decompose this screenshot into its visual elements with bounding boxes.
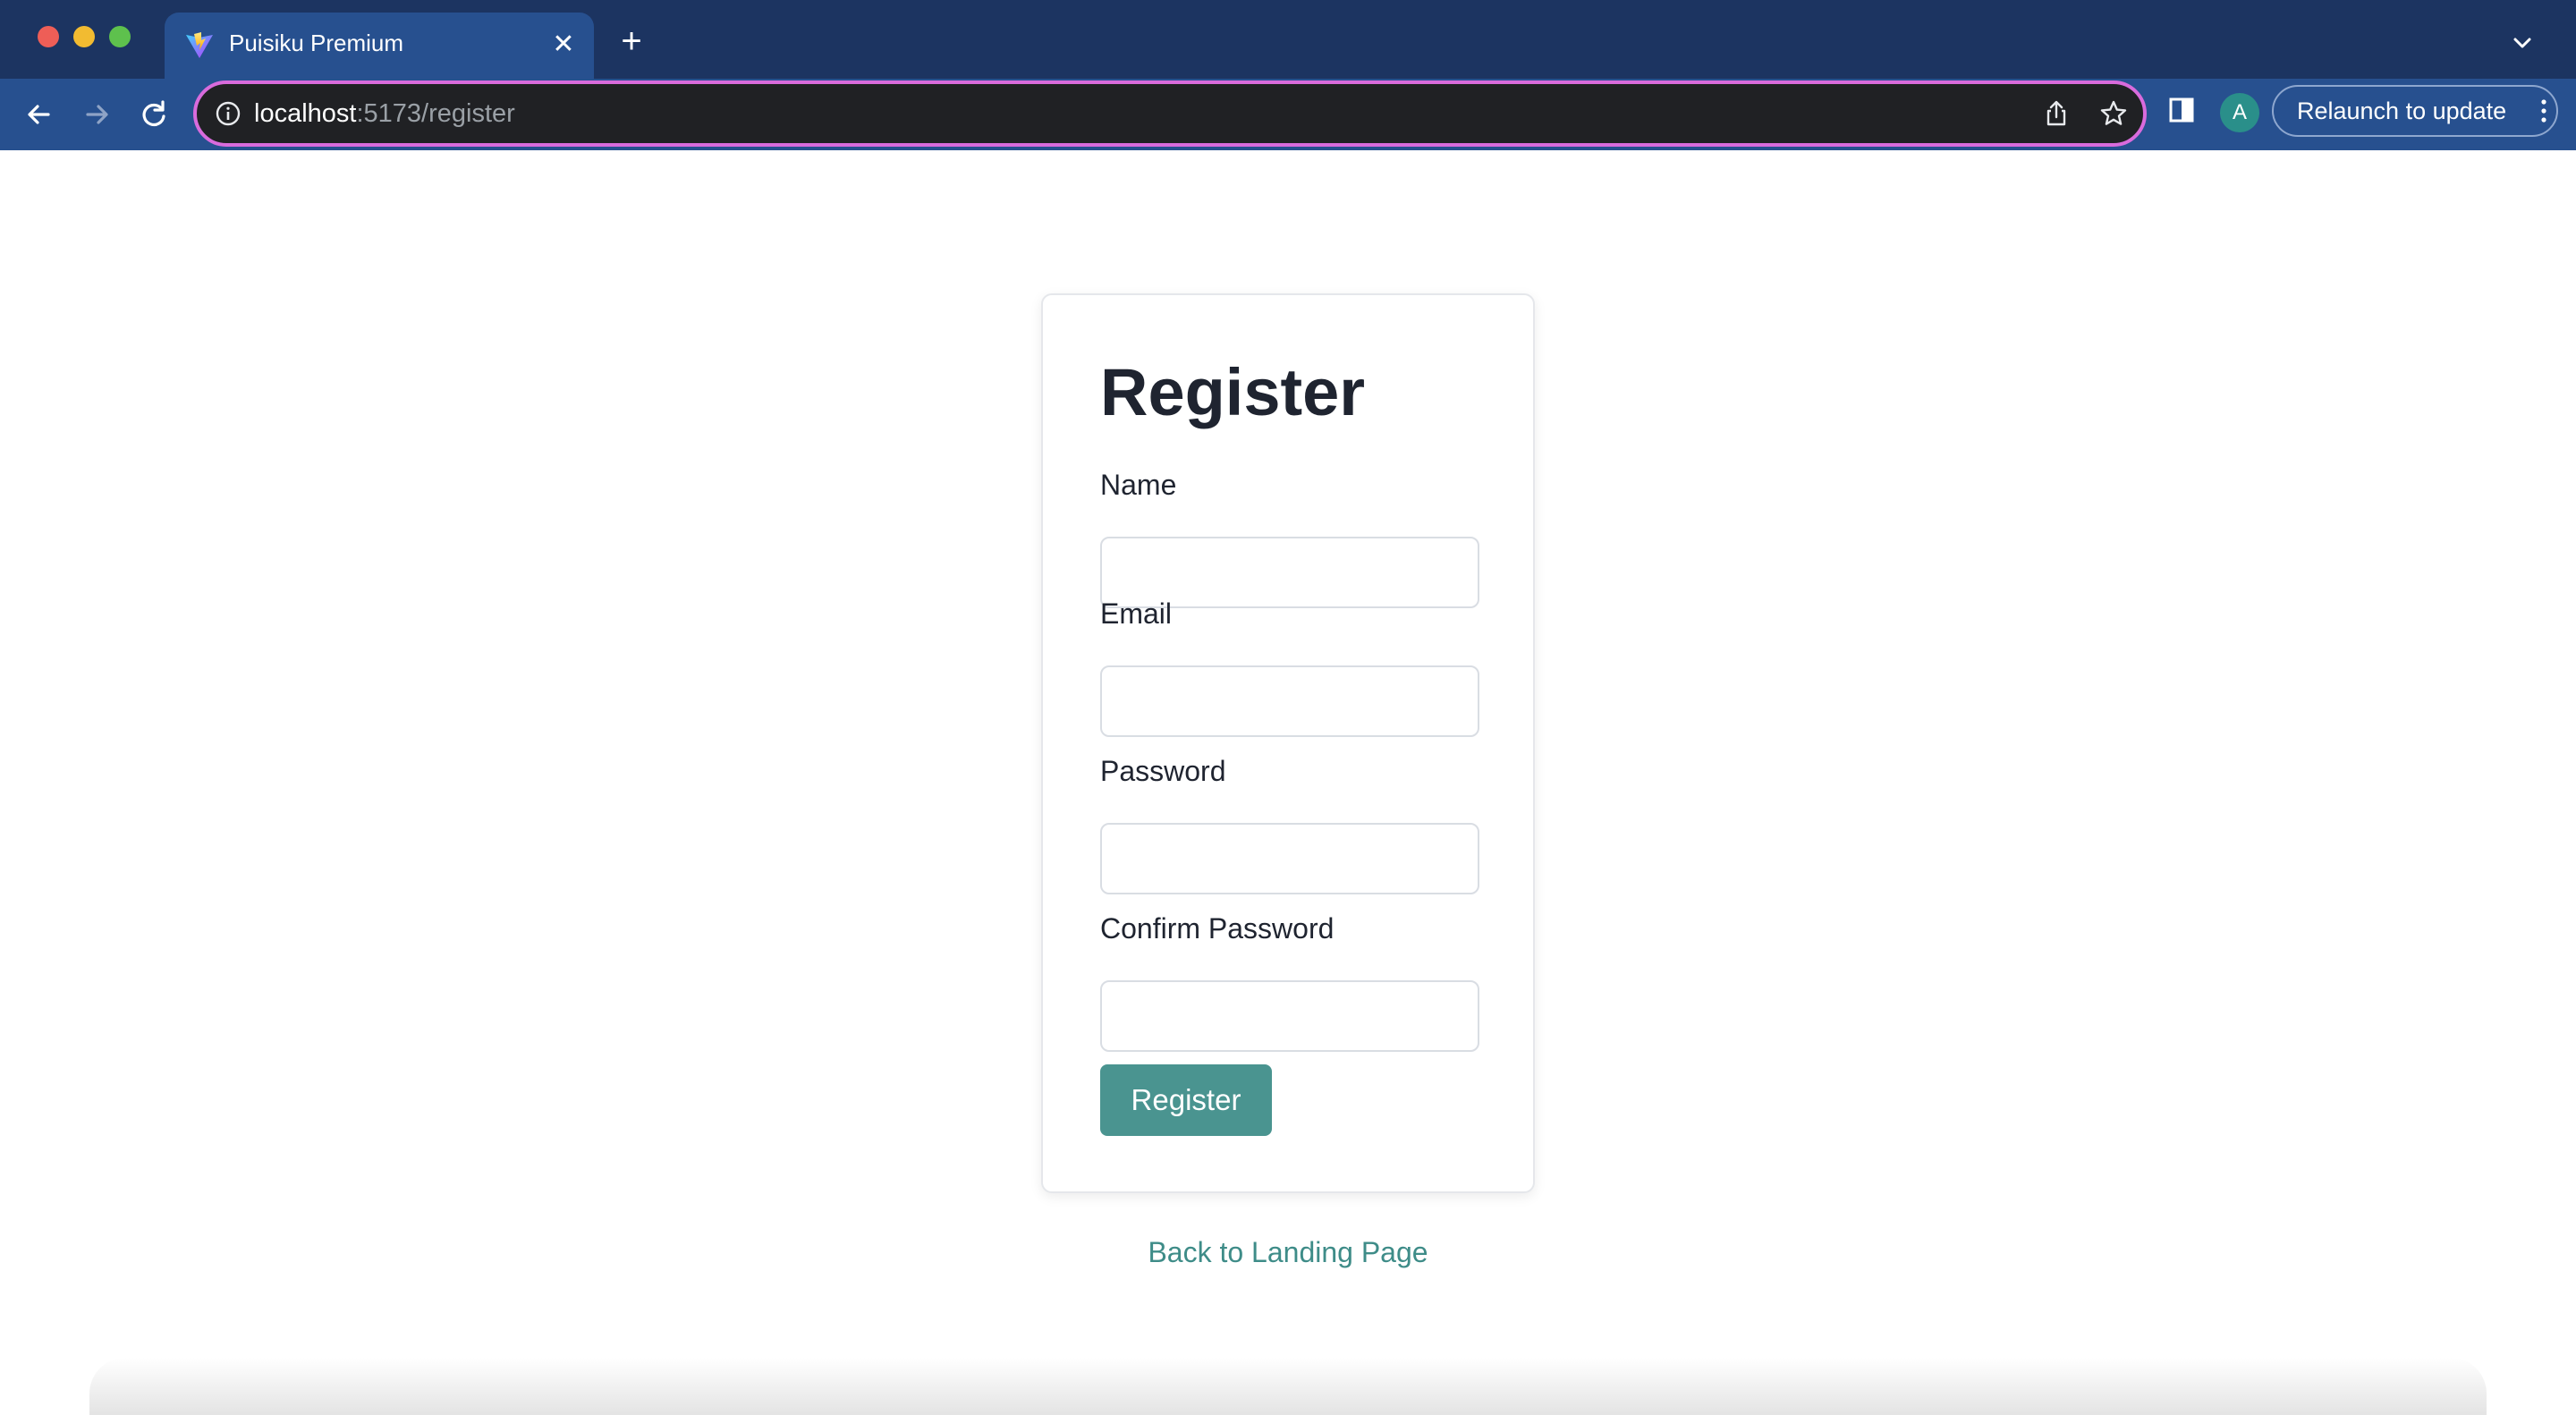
- profile-avatar[interactable]: A: [2220, 93, 2259, 132]
- page-title: Register: [1100, 355, 1366, 429]
- url-path: :5173/register: [356, 99, 515, 128]
- address-bar[interactable]: localhost:5173/register: [193, 80, 2147, 147]
- password-label: Password: [1100, 755, 1226, 787]
- register-card: Register Name Email Password Confirm Pas…: [1041, 293, 1535, 1193]
- register-button[interactable]: Register: [1100, 1064, 1272, 1136]
- relaunch-label: Relaunch to update: [2297, 97, 2507, 124]
- window-minimize-button[interactable]: [73, 26, 95, 47]
- share-icon[interactable]: [2041, 98, 2072, 129]
- password-field[interactable]: [1100, 823, 1479, 894]
- confirm-password-label: Confirm Password: [1100, 912, 1335, 945]
- vite-logo-icon: [186, 32, 213, 58]
- tab-title: Puisiku Premium: [229, 30, 404, 56]
- browser-toolbar: localhost:5173/register A Relaunch to up…: [0, 79, 2576, 150]
- tab-strip: Puisiku Premium ✕ +: [0, 0, 2576, 79]
- kebab-menu-icon[interactable]: [2540, 98, 2547, 123]
- relaunch-button[interactable]: Relaunch to update: [2272, 85, 2558, 137]
- email-label: Email: [1100, 597, 1173, 630]
- name-label: Name: [1100, 469, 1177, 501]
- url-text[interactable]: localhost:5173/register: [254, 99, 515, 129]
- confirm-password-field[interactable]: [1100, 980, 1479, 1052]
- page-content: Register Name Email Password Confirm Pas…: [0, 150, 2576, 1415]
- plus-icon[interactable]: +: [614, 23, 649, 59]
- bottom-shadow: [89, 1358, 2487, 1415]
- info-icon[interactable]: [215, 100, 242, 127]
- tab-active[interactable]: Puisiku Premium ✕: [165, 13, 594, 79]
- reload-icon[interactable]: [132, 93, 175, 136]
- chevron-down-icon[interactable]: [2504, 25, 2540, 61]
- back-to-landing-link[interactable]: Back to Landing Page: [0, 1236, 2576, 1269]
- browser-chrome: Puisiku Premium ✕ + localhost:5173/regis…: [0, 0, 2576, 150]
- window-close-button[interactable]: [38, 26, 59, 47]
- close-icon[interactable]: ✕: [547, 29, 580, 61]
- url-host: localhost: [254, 99, 357, 128]
- window-zoom-button[interactable]: [109, 26, 131, 47]
- email-field[interactable]: [1100, 665, 1479, 737]
- side-panel-icon[interactable]: [2166, 95, 2197, 125]
- star-icon[interactable]: [2098, 98, 2129, 129]
- back-arrow-icon[interactable]: [18, 93, 61, 136]
- forward-arrow-icon[interactable]: [75, 93, 118, 136]
